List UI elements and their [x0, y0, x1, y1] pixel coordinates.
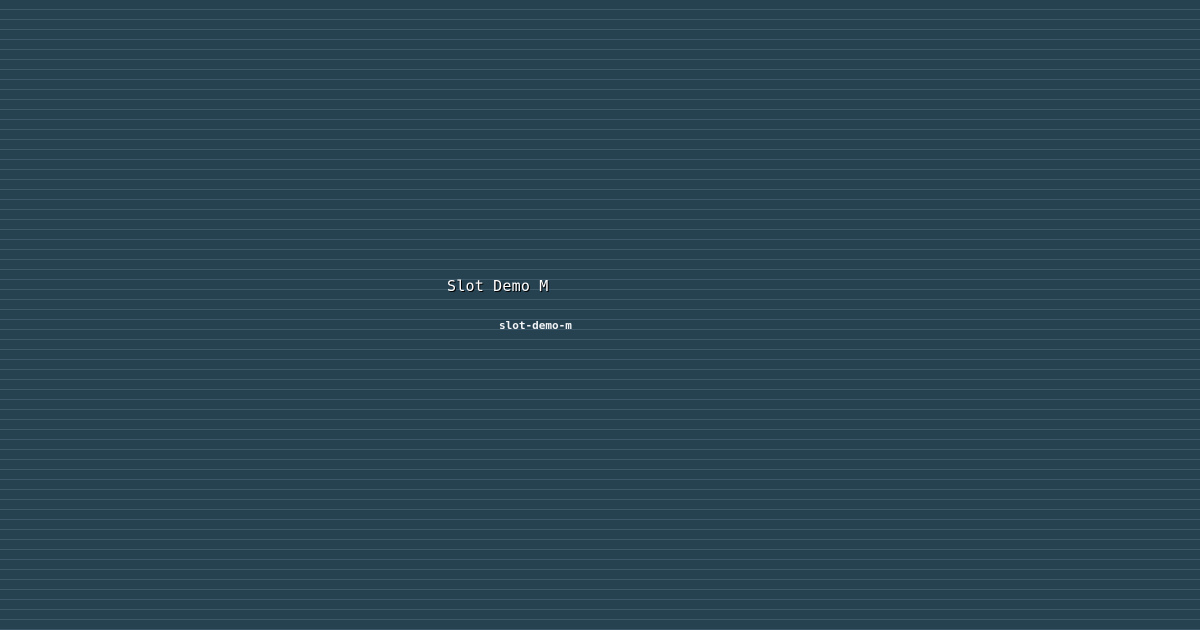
page-slug: slot-demo-m	[499, 319, 572, 332]
page-title: Slot Demo M	[447, 277, 549, 295]
preview-canvas: Slot Demo M slot-demo-m	[0, 0, 1200, 630]
